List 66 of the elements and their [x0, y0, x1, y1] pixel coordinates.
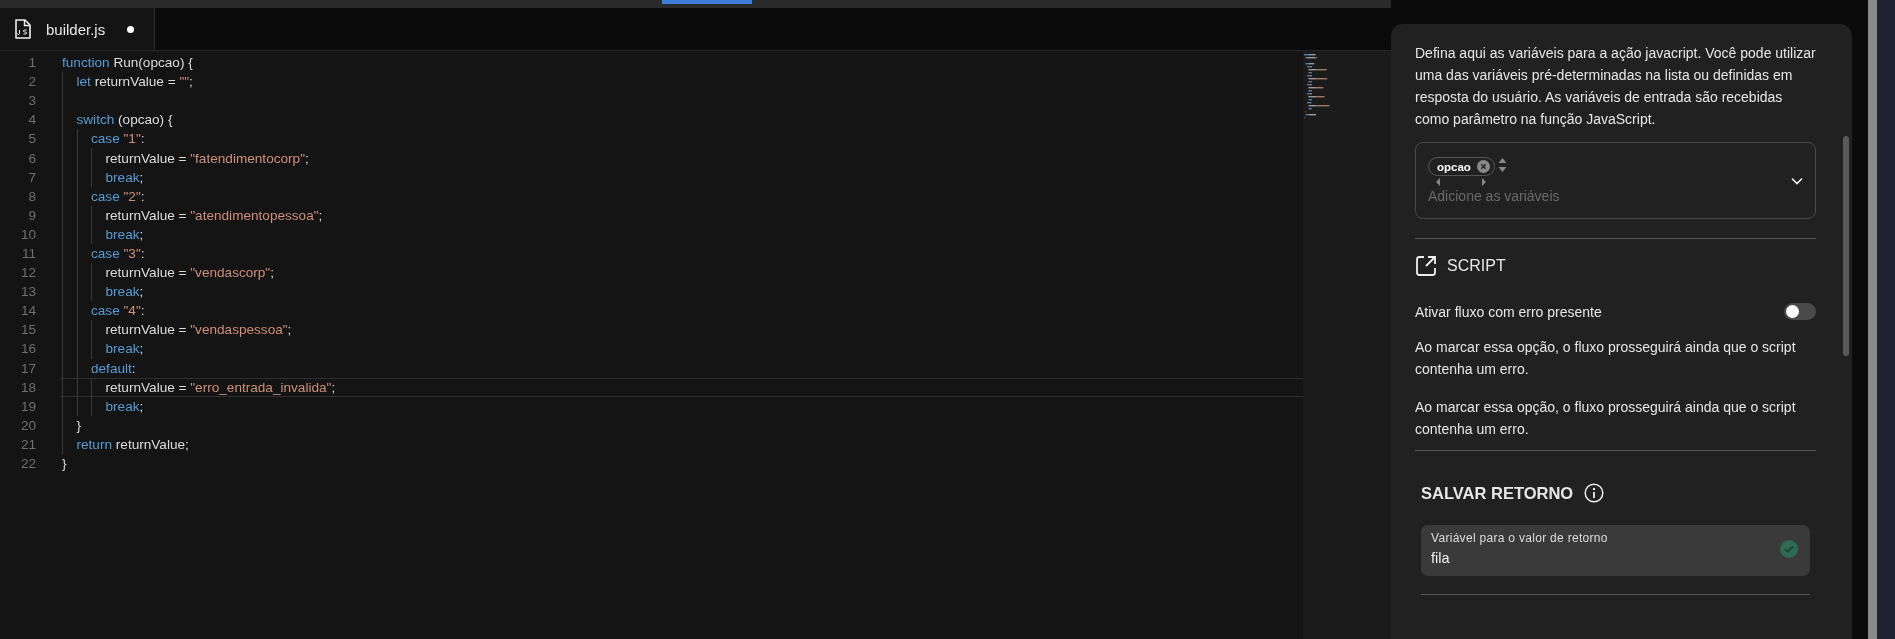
line-number: 4 — [27, 112, 36, 128]
code-line: case "2": — [91, 188, 145, 204]
line-number: 6 — [27, 150, 36, 166]
code-line: returnValue = "fatendimentocorp"; — [105, 150, 309, 166]
line-number: 2 — [27, 74, 36, 90]
tab-label: builder.js — [46, 20, 106, 38]
code-line: returnValue = "atendimentopessoa"; — [105, 207, 323, 223]
field-label: Variável para o valor de retorno — [1431, 531, 1609, 545]
spinner-arrows-icon[interactable] — [1497, 157, 1507, 173]
code-line: break; — [105, 226, 144, 242]
line-number: 17 — [19, 360, 36, 376]
code-line: } — [62, 456, 67, 471]
info-icon[interactable] — [1584, 483, 1605, 503]
line-number: 10 — [19, 226, 36, 242]
scrollbar-thumb[interactable] — [1843, 136, 1849, 356]
line-number: 9 — [27, 207, 36, 223]
code-line: break; — [105, 284, 144, 300]
return-variable-field[interactable]: Variável para o valor de retorno fila — [1421, 525, 1810, 576]
line-number: 3 — [27, 93, 36, 109]
editor-tab[interactable]: builder.js — [0, 8, 155, 50]
line-number: 21 — [19, 436, 36, 452]
note-text: Ao marcar essa opção, o fluxo prosseguirá ainda que o script contenha um erro. — [1415, 338, 1797, 379]
window-scrollbar[interactable] — [1868, 0, 1877, 639]
line-number: 20 — [19, 417, 36, 433]
left-right-arrows-icon — [1435, 178, 1488, 186]
external-link-icon[interactable] — [1415, 255, 1437, 277]
toggle-label: Ativar fluxo com erro presente — [1415, 303, 1602, 320]
field-value: fila — [1431, 550, 1451, 566]
remove-icon[interactable] — [1476, 160, 1490, 173]
code-line: case "1": — [91, 131, 145, 147]
code-line: break; — [105, 169, 144, 185]
code-line: default: — [91, 360, 136, 376]
variables-select[interactable]: opcao Adicione as variáveis — [1415, 142, 1816, 219]
placeholder-text: Adicione as variáveis — [1428, 188, 1561, 204]
code-line: let returnValue = ""; — [76, 74, 193, 90]
line-number: 8 — [27, 188, 36, 204]
code-line: return returnValue; — [76, 436, 189, 452]
code-line: break; — [105, 341, 144, 357]
line-number: 18 — [19, 379, 36, 395]
line-number: 14 — [19, 303, 36, 319]
note-text: Ao marcar essa opção, o fluxo prosseguirá ainda que o script contenha um erro. — [1415, 398, 1797, 439]
line-number: 11 — [20, 246, 36, 261]
line-number: 22 — [19, 456, 36, 471]
line-number: 19 — [19, 398, 36, 414]
code-line: switch (opcao) { — [76, 112, 173, 128]
line-number: 1 — [27, 55, 36, 71]
code-line: function Run(opcao) { — [62, 55, 193, 71]
code-line: } — [76, 417, 82, 433]
file-icon — [14, 19, 32, 39]
line-number: 13 — [19, 284, 36, 300]
section-heading: SCRIPT — [1447, 257, 1506, 275]
code-line: returnValue = "vendaspessoa"; — [105, 322, 292, 338]
code-line: returnValue = "erro_entrada_invalida"; — [105, 379, 336, 395]
line-number: 16 — [19, 341, 36, 357]
chevron-down-icon[interactable] — [1791, 176, 1803, 185]
description-text: Defina aqui as variáveis para a ação javacript. Você pode utilizar uma das variáveis pré-determinadas na lista ou definidas em resposta do usuário. As variáveis de entrada são recebidas como parâmetro na função JavaScript. — [1415, 44, 1816, 129]
error-flow-toggle[interactable] — [1784, 303, 1816, 320]
code-line: case "4": — [91, 303, 145, 319]
section-heading: SALVAR RETORNO — [1421, 483, 1574, 503]
code-line: case "3": — [91, 246, 145, 261]
code-line: returnValue = "vendascorp"; — [105, 265, 274, 281]
line-number: 12 — [19, 265, 36, 281]
code-line: break; — [105, 398, 144, 414]
line-number: 5 — [27, 131, 36, 147]
line-number: 7 — [27, 169, 36, 185]
line-number: 15 — [19, 322, 36, 338]
